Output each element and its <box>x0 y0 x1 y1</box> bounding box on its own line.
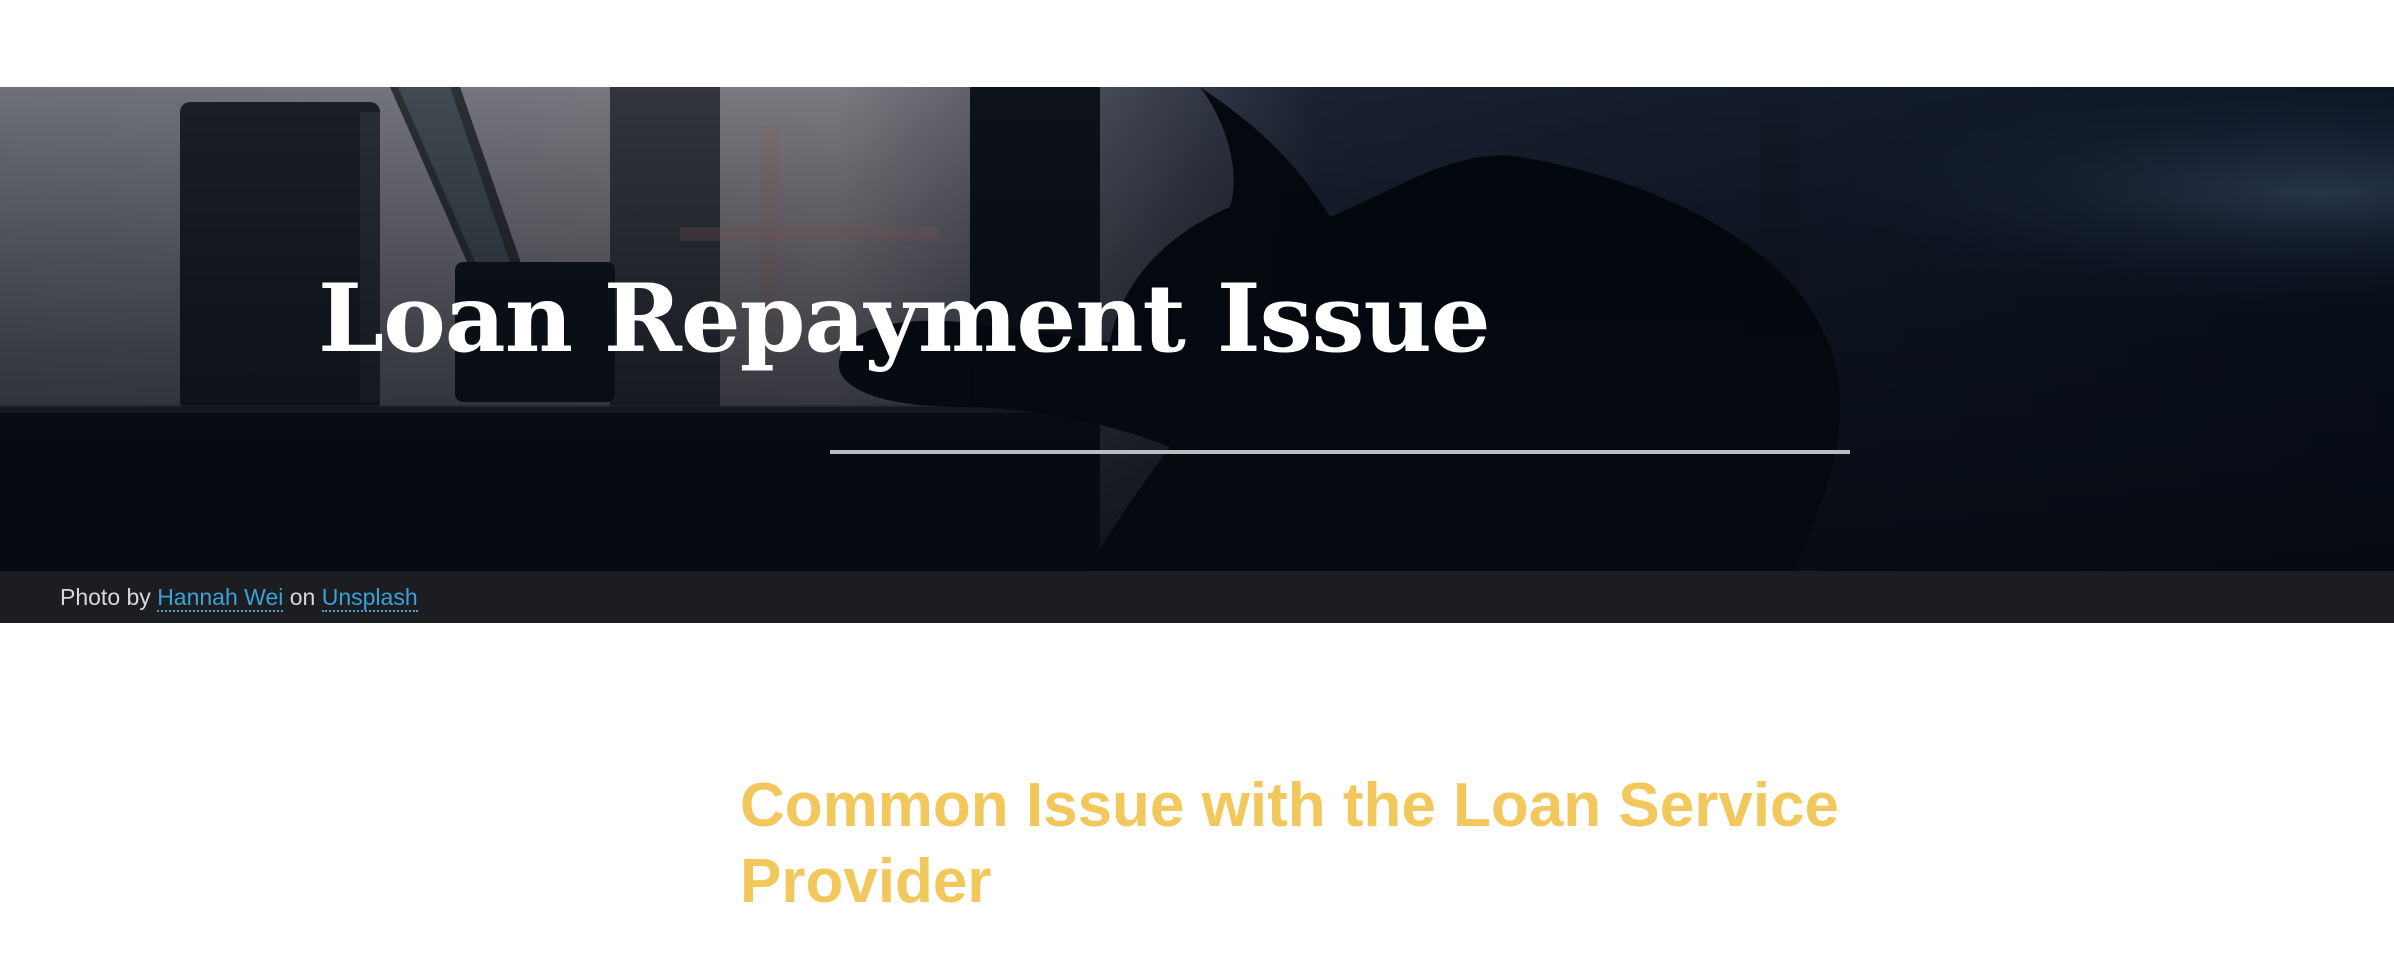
section-heading: Common Issue with the Loan Service Provi… <box>740 771 1840 916</box>
page-title: Loan Repayment Issue <box>318 264 1491 374</box>
page: Loan Repayment Issue Photo by Hannah Wei… <box>0 0 2394 964</box>
photo-credit-bar: Photo by Hannah Wei on Unsplash <box>0 571 2394 623</box>
hero-banner: Loan Repayment Issue Photo by Hannah Wei… <box>0 87 2394 623</box>
photo-credit-prefix: Photo by <box>60 584 151 610</box>
title-divider <box>830 450 1850 454</box>
photo-credit-connector: on <box>289 584 316 610</box>
photo-credit: Photo by Hannah Wei on Unsplash <box>60 584 418 612</box>
unsplash-link[interactable]: Unsplash <box>321 584 418 612</box>
photographer-link[interactable]: Hannah Wei <box>157 584 284 612</box>
